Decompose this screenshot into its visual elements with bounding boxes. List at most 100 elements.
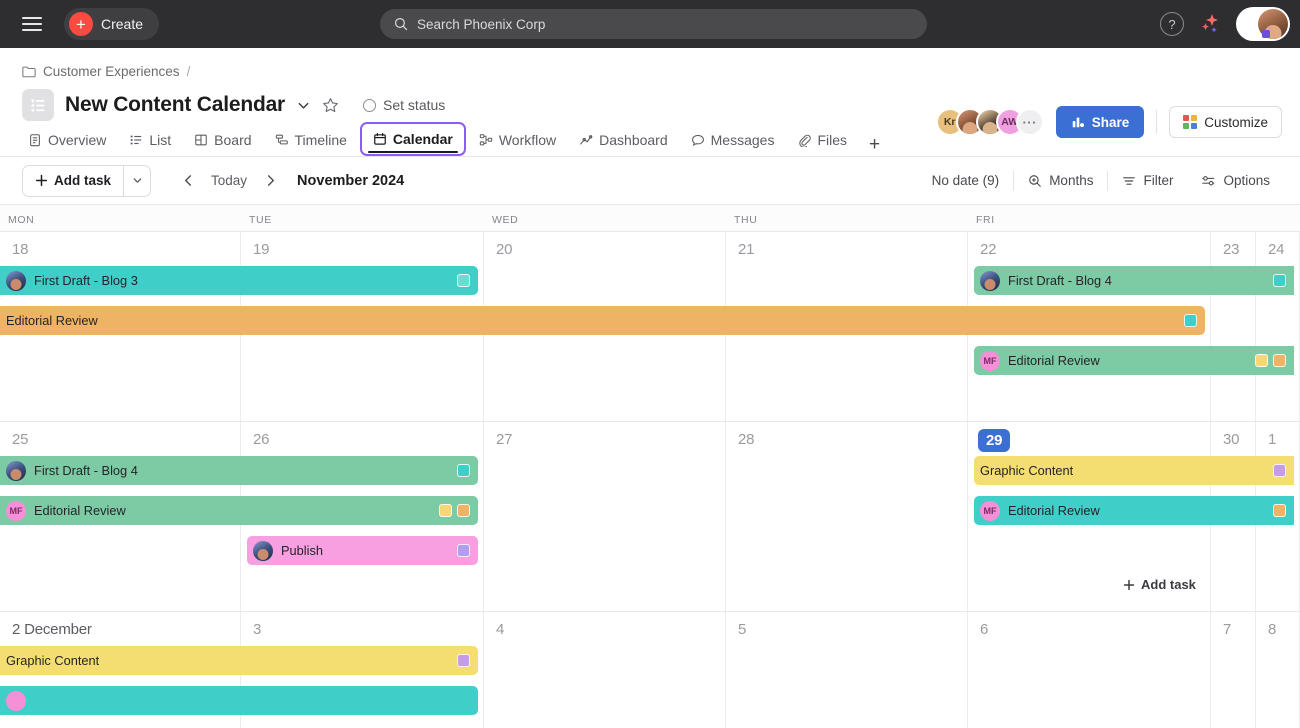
calendar-event-title: First Draft - Blog 3 <box>34 273 138 288</box>
options-label: Options <box>1223 173 1270 188</box>
calendar-event[interactable]: First Draft - Blog 4 <box>0 456 478 485</box>
calendar-day-cell[interactable]: 28 <box>726 422 968 611</box>
calendar-event[interactable]: Editorial Review <box>0 306 1205 335</box>
event-status-badge <box>457 544 470 557</box>
tab-timeline[interactable]: Timeline <box>265 124 357 156</box>
calendar-day-cell[interactable]: 23 <box>1211 232 1256 421</box>
set-status-label: Set status <box>383 97 445 113</box>
tab-overview[interactable]: Overview <box>18 124 116 156</box>
add-tab-button[interactable]: + <box>860 134 889 156</box>
day-number: 25 <box>0 422 28 448</box>
topbar-actions: ? <box>1160 0 1290 48</box>
day-number: 22 <box>968 232 996 258</box>
event-status-badge <box>457 504 470 517</box>
help-label: ? <box>1168 17 1175 32</box>
assignee-avatar-initials: MF <box>980 501 1000 521</box>
calendar-day-cell[interactable]: 6 <box>968 612 1211 728</box>
tab-calendar[interactable]: Calendar <box>360 122 466 156</box>
tab-list[interactable]: List <box>119 124 181 156</box>
tab-workflow[interactable]: Workflow <box>469 124 566 156</box>
tab-files[interactable]: Files <box>787 124 857 156</box>
top-navigation-bar: + Create Search Phoenix Corp ? <box>0 0 1300 48</box>
calendar-event[interactable]: Graphic Content <box>974 456 1294 485</box>
set-status-button[interactable]: Set status <box>363 97 445 113</box>
user-avatar[interactable] <box>1236 7 1290 41</box>
hamburger-menu-icon[interactable] <box>22 17 42 31</box>
project-chevron-down-icon[interactable] <box>296 98 311 113</box>
calendar-event[interactable] <box>0 686 478 715</box>
calendar-event-title: Editorial Review <box>1008 353 1100 368</box>
sliders-icon <box>1201 174 1216 188</box>
event-badges <box>1176 314 1197 327</box>
no-date-button[interactable]: No date (9) <box>918 166 1014 196</box>
calendar-event[interactable]: MF Editorial Review <box>974 346 1294 375</box>
create-button[interactable]: + Create <box>64 8 159 40</box>
calendar-day-cell[interactable]: 27 <box>484 422 726 611</box>
star-icon[interactable] <box>322 97 339 114</box>
calendar-event-title: First Draft - Blog 4 <box>34 463 138 478</box>
search-input[interactable]: Search Phoenix Corp <box>380 9 927 39</box>
folder-icon <box>22 65 36 78</box>
event-status-badge <box>1273 464 1286 477</box>
plus-icon <box>1123 579 1135 591</box>
calendar-event[interactable]: Graphic Content <box>0 646 478 675</box>
event-status-badge <box>1273 354 1286 367</box>
calendar-event[interactable]: MFEditorial Review <box>0 496 478 525</box>
tab-messages[interactable]: Messages <box>681 124 785 156</box>
tab-label: Timeline <box>295 132 347 148</box>
assignee-avatar-initials: MF <box>980 351 1000 371</box>
ai-sparkle-icon[interactable] <box>1198 12 1222 36</box>
event-badges <box>449 274 470 287</box>
next-month-button[interactable] <box>257 168 283 194</box>
day-header-tue: TUE <box>241 205 484 231</box>
breadcrumb: Customer Experiences / <box>0 48 1300 79</box>
calendar-event-title: Publish <box>281 543 323 558</box>
plus-icon: + <box>69 12 93 36</box>
calendar-event-title: Editorial Review <box>34 503 126 518</box>
add-task-label: Add task <box>54 173 111 188</box>
filter-button[interactable]: Filter <box>1108 166 1187 196</box>
calendar-event[interactable]: Publish <box>247 536 478 565</box>
options-button[interactable]: Options <box>1187 166 1284 196</box>
add-task-dropdown-icon[interactable] <box>123 166 150 196</box>
calendar-icon <box>373 132 387 146</box>
add-task-button[interactable]: Add task <box>23 166 123 196</box>
event-status-badge <box>1273 274 1286 287</box>
calendar-day-cell[interactable]: 7 <box>1211 612 1256 728</box>
tab-board[interactable]: Board <box>184 124 261 156</box>
calendar-event[interactable]: First Draft - Blog 3 <box>0 266 478 295</box>
workflow-icon <box>479 133 493 147</box>
calendar-day-cell[interactable]: 4 <box>484 612 726 728</box>
months-button[interactable]: Months <box>1014 166 1107 196</box>
day-number: 8 <box>1256 612 1276 638</box>
breadcrumb-parent[interactable]: Customer Experiences <box>43 64 180 79</box>
calendar-day-headers: MONTUEWEDTHUFRI <box>0 205 1300 232</box>
tab-dashboard[interactable]: Dashboard <box>569 124 678 156</box>
event-badges <box>1247 354 1286 367</box>
event-status-badge <box>1184 314 1197 327</box>
breadcrumb-separator: / <box>187 64 191 79</box>
today-button[interactable]: Today <box>203 173 255 188</box>
calendar-day-cell[interactable]: 24 <box>1256 232 1300 421</box>
day-number-today: 29 <box>978 429 1010 452</box>
inline-add-task-button[interactable]: Add task <box>1123 577 1196 592</box>
plus-icon <box>35 174 48 187</box>
calendar-day-cell[interactable]: 8 <box>1256 612 1300 728</box>
day-number: 30 <box>1211 422 1239 448</box>
previous-month-button[interactable] <box>175 168 201 194</box>
calendar-day-cell[interactable]: 5 <box>726 612 968 728</box>
search-icon <box>394 17 408 31</box>
assignee-avatar <box>6 461 26 481</box>
tab-label: Overview <box>48 132 106 148</box>
help-icon[interactable]: ? <box>1160 12 1184 36</box>
day-number: 6 <box>968 612 988 638</box>
add-task-button-group[interactable]: Add task <box>22 165 151 197</box>
calendar-week-row: 2 December345678Graphic Content <box>0 612 1300 728</box>
calendar-event[interactable]: MFEditorial Review <box>974 496 1294 525</box>
overview-icon <box>28 133 42 147</box>
tab-label: Workflow <box>499 132 556 148</box>
calendar-view: MONTUEWEDTHUFRI 18192021222324First Draf… <box>0 205 1300 705</box>
calendar-event[interactable]: First Draft - Blog 4 <box>974 266 1294 295</box>
tab-label: Files <box>817 132 847 148</box>
event-badges <box>1265 504 1286 517</box>
